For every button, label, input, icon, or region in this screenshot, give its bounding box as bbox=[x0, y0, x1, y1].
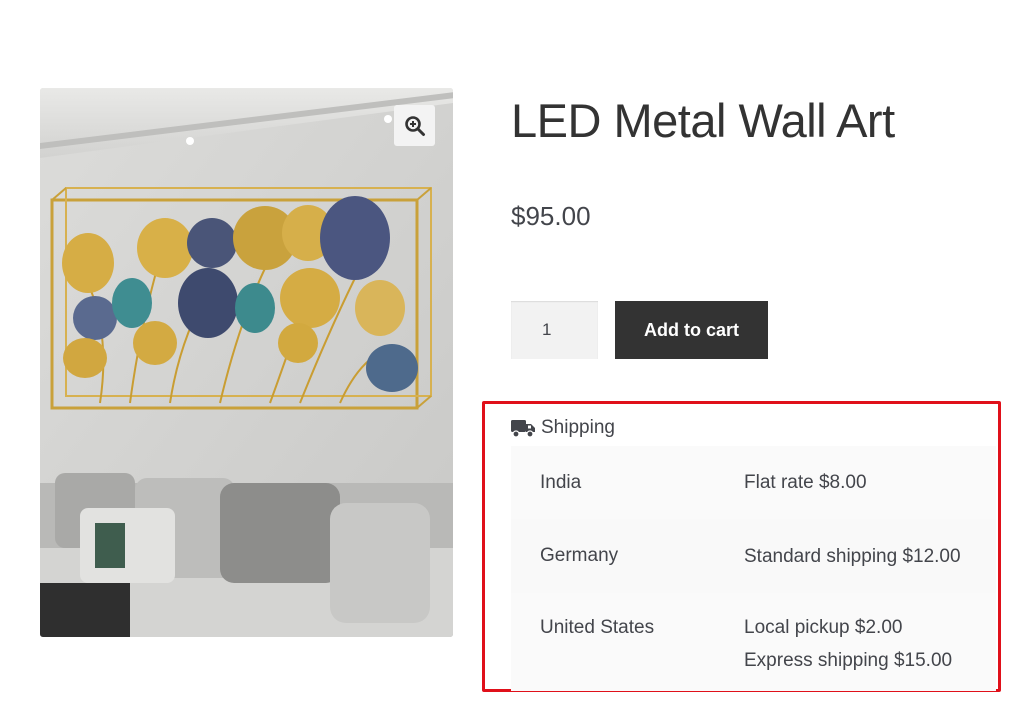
product-photo bbox=[40, 88, 453, 637]
shipping-heading: Shipping bbox=[511, 417, 615, 439]
product-price: $95.00 bbox=[511, 201, 591, 231]
shipping-country: India bbox=[540, 471, 582, 493]
zoom-in-icon bbox=[404, 115, 425, 136]
zoom-button[interactable] bbox=[394, 105, 435, 146]
truck-icon bbox=[511, 420, 535, 438]
product-title: LED Metal Wall Art bbox=[511, 94, 895, 147]
shipping-country: Germany bbox=[540, 545, 619, 566]
shipping-country: United States bbox=[540, 617, 655, 638]
shipping-method: Express shipping $15.00 bbox=[744, 650, 953, 671]
shipping-methods: Standard shipping $12.00 bbox=[744, 540, 961, 573]
shipping-method: Flat rate $8.00 bbox=[744, 472, 867, 493]
shipping-methods: Local pickup $2.00 Express shipping $15.… bbox=[744, 611, 952, 677]
shipping-method: Standard shipping $12.00 bbox=[744, 545, 961, 567]
product-image[interactable] bbox=[40, 88, 453, 637]
shipping-row-united-states: United States Local pickup $2.00 Express… bbox=[511, 593, 996, 691]
shipping-method: Local pickup $2.00 bbox=[744, 617, 903, 638]
add-to-cart-button[interactable]: Add to cart bbox=[615, 301, 768, 359]
shipping-heading-label: Shipping bbox=[541, 417, 615, 438]
shipping-table: India Flat rate $8.00 Germany Standard s… bbox=[511, 446, 996, 691]
shipping-row-germany: Germany Standard shipping $12.00 bbox=[511, 519, 996, 593]
quantity-input[interactable] bbox=[511, 301, 598, 359]
shipping-methods: Flat rate $8.00 bbox=[744, 466, 867, 499]
shipping-row-india: India Flat rate $8.00 bbox=[511, 446, 996, 519]
